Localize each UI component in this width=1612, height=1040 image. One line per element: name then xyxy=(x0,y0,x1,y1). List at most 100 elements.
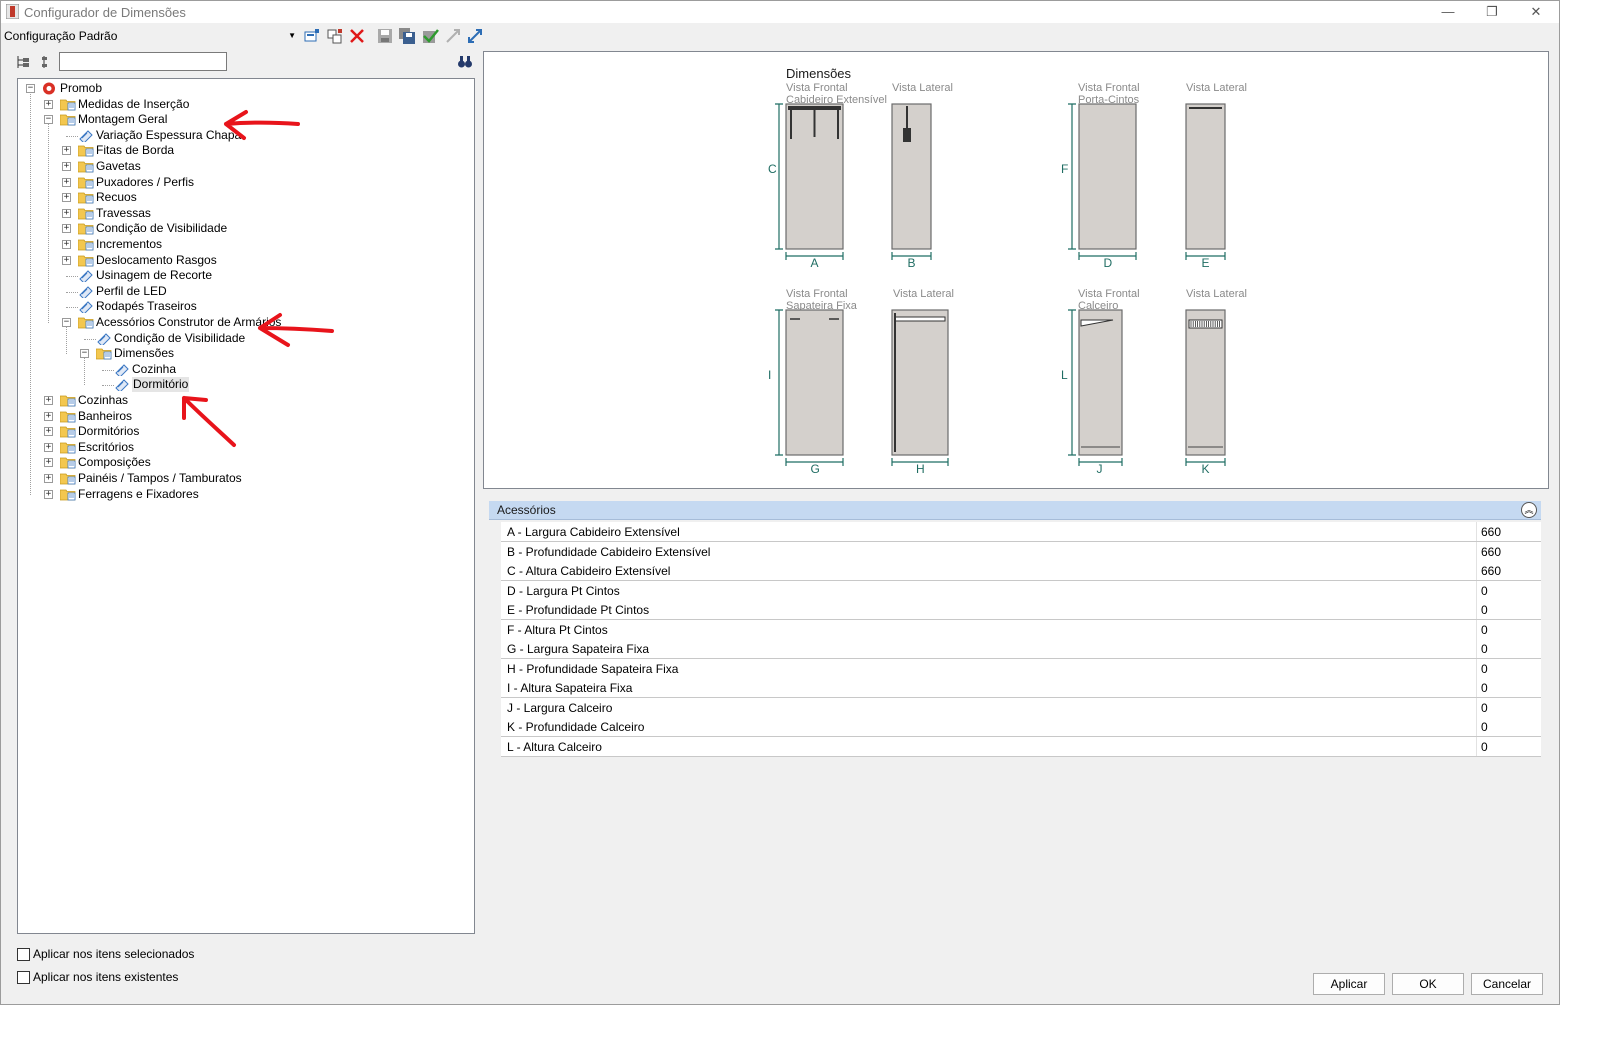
property-value[interactable]: 0 xyxy=(1481,642,1488,656)
tree-node[interactable]: + Travessas xyxy=(18,206,468,221)
restore-button[interactable]: ❐ xyxy=(1477,3,1507,21)
tree-node[interactable]: Dormitório xyxy=(18,377,468,393)
apply-selected-checkbox[interactable] xyxy=(17,948,30,961)
tree-node[interactable]: + Incrementos xyxy=(18,237,468,252)
section-header[interactable]: Acessórios ︽ xyxy=(489,501,1541,520)
expand-node-icon[interactable]: + xyxy=(62,224,71,234)
tree-node[interactable]: − Acessórios Construtor de Armários xyxy=(18,315,468,330)
collapse-node-icon[interactable]: − xyxy=(26,84,35,93)
property-row[interactable]: L - Altura Calceiro 0 xyxy=(501,736,1541,757)
tree-node[interactable]: − Dimensões xyxy=(18,346,468,361)
config-tree[interactable]: − Promob + Medidas de Inserção − Montagem Ger… xyxy=(17,78,475,934)
property-row[interactable]: E - Profundidade Pt Cintos 0 xyxy=(501,600,1541,620)
save-all-icon[interactable] xyxy=(398,27,416,45)
save-icon[interactable] xyxy=(376,27,394,45)
tree-node[interactable]: Condição de Visibilidade xyxy=(18,331,468,346)
expand-node-icon[interactable]: + xyxy=(62,208,71,218)
tree-node[interactable]: + Composições xyxy=(18,455,468,470)
tree-node[interactable]: + Deslocamento Rasgos xyxy=(18,253,468,268)
tree-node[interactable]: − Promob xyxy=(18,81,468,96)
expand-node-icon[interactable]: + xyxy=(44,442,53,452)
apply-check-icon[interactable] xyxy=(421,27,439,45)
cancel-button[interactable]: Cancelar xyxy=(1471,973,1543,995)
collapse-icon[interactable]: ︽ xyxy=(1521,502,1537,518)
expand-node-icon[interactable]: + xyxy=(44,458,53,468)
cabinet-drawing xyxy=(1068,309,1123,466)
tree-node[interactable]: + Fitas de Borda xyxy=(18,143,468,158)
property-value[interactable]: 0 xyxy=(1481,740,1488,754)
expand-node-icon[interactable]: + xyxy=(62,146,71,156)
tree-node[interactable]: Usinagem de Recorte xyxy=(18,268,468,283)
expand-node-icon[interactable]: + xyxy=(44,396,53,405)
expand-node-icon[interactable]: + xyxy=(44,411,53,421)
tree-node[interactable]: Variação Espessura Chapa xyxy=(18,128,468,143)
tree-node-label: Medidas de Inserção xyxy=(78,96,190,111)
apply-existing-checkbox[interactable] xyxy=(17,971,30,984)
expand-node-icon[interactable]: + xyxy=(62,240,71,249)
folder-icon xyxy=(78,208,94,220)
property-row[interactable]: A - Largura Cabideiro Extensível 660 xyxy=(501,522,1541,542)
property-value[interactable]: 0 xyxy=(1481,603,1488,617)
property-row[interactable]: K - Profundidade Calceiro 0 xyxy=(501,717,1541,737)
binoculars-icon[interactable] xyxy=(457,54,473,70)
collapse-node-icon[interactable]: − xyxy=(44,115,53,125)
collapse-node-icon[interactable]: − xyxy=(62,318,71,327)
property-row[interactable]: G - Largura Sapateira Fixa 0 xyxy=(501,639,1541,659)
tree-node[interactable]: + Gavetas xyxy=(18,159,468,174)
property-value[interactable]: 0 xyxy=(1481,701,1488,715)
delete-icon[interactable] xyxy=(348,27,366,45)
property-value[interactable]: 660 xyxy=(1481,545,1501,559)
expand-node-icon[interactable]: + xyxy=(44,427,53,437)
tree-node[interactable]: + Cozinhas xyxy=(18,393,468,408)
expand-node-icon[interactable]: + xyxy=(62,177,71,187)
property-value[interactable]: 660 xyxy=(1481,564,1501,578)
shrink-icon[interactable] xyxy=(444,27,462,45)
property-value[interactable]: 660 xyxy=(1481,525,1501,539)
tree-node[interactable]: + Ferragens e Fixadores xyxy=(18,487,468,502)
copy-config-icon[interactable] xyxy=(326,27,344,45)
tree-node[interactable]: + Recuos xyxy=(18,190,468,205)
property-row[interactable]: H - Profundidade Sapateira Fixa 0 xyxy=(501,658,1541,679)
column-divider xyxy=(1476,717,1477,736)
collapse-node-icon[interactable]: − xyxy=(80,349,89,359)
property-value[interactable]: 0 xyxy=(1481,584,1488,598)
property-row[interactable]: J - Largura Calceiro 0 xyxy=(501,697,1541,718)
tree-collapse-all-icon[interactable] xyxy=(39,54,55,70)
tree-node[interactable]: + Medidas de Inserção xyxy=(18,97,468,112)
property-row[interactable]: I - Altura Sapateira Fixa 0 xyxy=(501,678,1541,698)
tree-node[interactable]: + Dormitórios xyxy=(18,424,468,439)
tree-node[interactable]: + Banheiros xyxy=(18,409,468,424)
property-row[interactable]: B - Profundidade Cabideiro Extensível 660 xyxy=(501,541,1541,562)
tree-node[interactable]: + Escritórios xyxy=(18,440,468,455)
minimize-button[interactable]: — xyxy=(1433,3,1463,21)
apply-button[interactable]: Aplicar xyxy=(1313,973,1385,995)
tree-node[interactable]: Perfil de LED xyxy=(18,284,468,299)
search-input[interactable] xyxy=(59,52,227,71)
expand-node-icon[interactable]: + xyxy=(62,193,71,203)
tree-node[interactable]: + Painéis / Tampos / Tamburatos xyxy=(18,471,468,486)
expand-node-icon[interactable]: + xyxy=(44,474,53,483)
expand-node-icon[interactable]: + xyxy=(44,99,53,109)
tree-node[interactable]: + Puxadores / Perfis xyxy=(18,175,468,190)
tree-node[interactable]: Cozinha xyxy=(18,362,468,377)
expand-node-icon[interactable]: + xyxy=(62,162,71,171)
tree-node[interactable]: − Montagem Geral xyxy=(18,112,468,127)
tree-expand-all-icon[interactable] xyxy=(15,54,31,70)
close-button[interactable]: ✕ xyxy=(1521,3,1551,21)
property-value[interactable]: 0 xyxy=(1481,662,1488,676)
property-row[interactable]: C - Altura Cabideiro Extensível 660 xyxy=(501,561,1541,581)
property-value[interactable]: 0 xyxy=(1481,681,1488,695)
configuration-select[interactable]: Configuração Padrão ▼ xyxy=(4,27,298,45)
property-row[interactable]: D - Largura Pt Cintos 0 xyxy=(501,580,1541,601)
new-config-icon[interactable] xyxy=(303,27,321,45)
ok-button[interactable]: OK xyxy=(1392,973,1464,995)
expand-node-icon[interactable]: + xyxy=(62,255,71,265)
expand-node-icon[interactable]: + xyxy=(44,489,53,499)
tree-node[interactable]: + Condição de Visibilidade xyxy=(18,221,468,236)
property-value[interactable]: 0 xyxy=(1481,720,1488,734)
expand-icon[interactable] xyxy=(466,27,484,45)
property-value[interactable]: 0 xyxy=(1481,623,1488,637)
tree-node[interactable]: Rodapés Traseiros xyxy=(18,299,468,314)
property-row[interactable]: F - Altura Pt Cintos 0 xyxy=(501,619,1541,640)
dropdown-arrow-icon[interactable]: ▼ xyxy=(288,27,296,45)
